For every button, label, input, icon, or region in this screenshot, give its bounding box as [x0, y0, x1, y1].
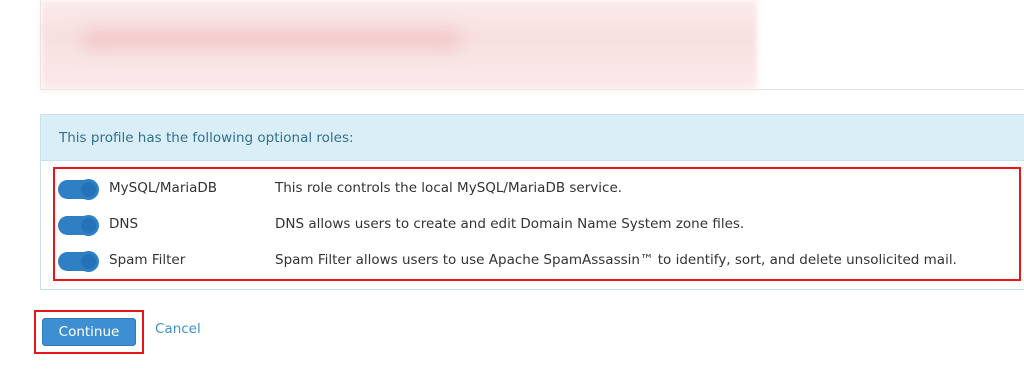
role-description: DNS allows users to create and edit Doma…	[275, 216, 745, 232]
optional-roles-panel: This profile has the following optional …	[40, 114, 1024, 290]
dns-toggle[interactable]	[58, 215, 99, 236]
role-row-spam-filter: Spam Filter Spam Filter allows users to …	[55, 245, 1019, 275]
role-name: Spam Filter	[109, 252, 186, 268]
role-description: This role controls the local MySQL/Maria…	[275, 180, 623, 196]
role-row-mysql: MySQL/MariaDB This role controls the loc…	[55, 173, 1019, 203]
continue-button[interactable]: Continue	[42, 318, 136, 346]
spam-filter-toggle[interactable]	[58, 251, 99, 272]
toggle-knob	[78, 215, 99, 236]
redacted-content	[41, 0, 757, 90]
page: This profile has the following optional …	[0, 0, 1024, 370]
roles-panel-header: This profile has the following optional …	[41, 115, 1024, 161]
role-row-dns: DNS DNS allows users to create and edit …	[55, 209, 1019, 239]
role-name: MySQL/MariaDB	[109, 180, 218, 196]
cancel-link[interactable]: Cancel	[155, 321, 201, 337]
role-description: Spam Filter allows users to use Apache S…	[275, 252, 957, 268]
continue-highlight: Continue	[34, 310, 144, 354]
redacted-panel	[40, 0, 1024, 90]
toggle-knob	[78, 179, 99, 200]
toggle-knob	[78, 251, 99, 272]
role-name: DNS	[109, 216, 139, 232]
mysql-toggle[interactable]	[58, 179, 99, 200]
roles-list: MySQL/MariaDB This role controls the loc…	[53, 167, 1021, 281]
